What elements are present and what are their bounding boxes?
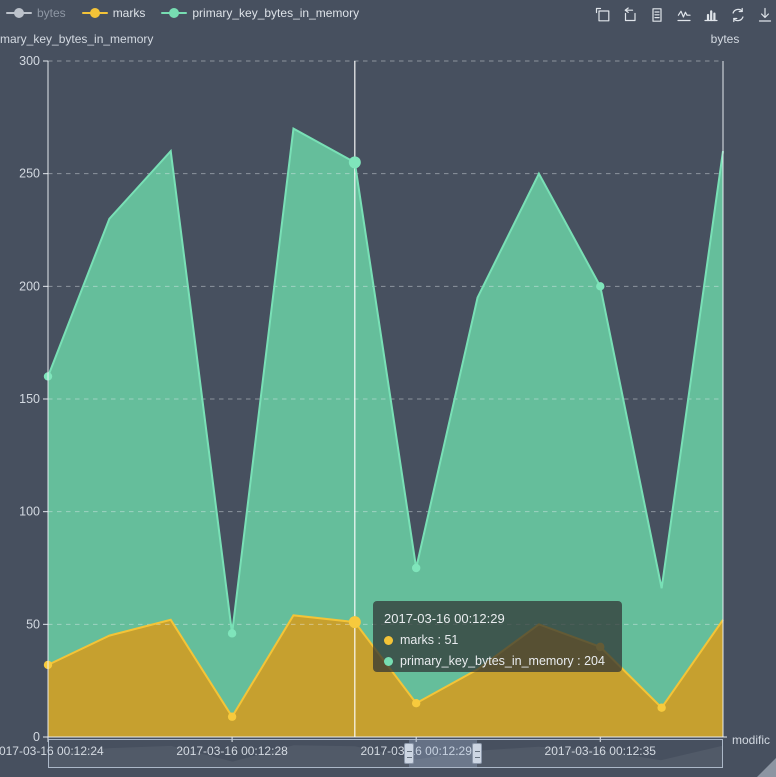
data-view-icon[interactable] xyxy=(648,6,665,23)
y-axis-tick-label: 50 xyxy=(26,617,40,631)
datazoom-window[interactable] xyxy=(409,740,477,767)
legend-line-dot-icon xyxy=(82,7,108,19)
legend-item-primary-key-bytes-in-memory[interactable]: primary_key_bytes_in_memory xyxy=(161,4,359,22)
datazoom-slider[interactable] xyxy=(48,739,723,768)
toolbox xyxy=(594,6,773,23)
marks-data-point xyxy=(349,616,361,628)
legend-item-marks[interactable]: marks xyxy=(82,4,146,22)
y-axis-tick-label: 250 xyxy=(19,167,40,181)
x-axis-name: modific xyxy=(732,733,770,747)
legend-label: bytes xyxy=(37,6,66,20)
resize-grip[interactable] xyxy=(757,758,776,777)
y-axis-left-name: mary_key_bytes_in_memory xyxy=(0,32,153,46)
legend-line-dot-icon xyxy=(161,7,187,19)
legend-line-dot-icon xyxy=(6,7,32,19)
legend-label: marks xyxy=(113,6,146,20)
datazoom-shadow-shape xyxy=(49,745,722,767)
primary-data-point xyxy=(228,629,236,637)
y-axis-tick-label: 200 xyxy=(19,279,40,293)
y-axis-tick-label: 100 xyxy=(19,505,40,519)
legend: bytes marks primary_key_bytes_in_memory xyxy=(6,4,359,22)
primary-data-point xyxy=(349,156,361,168)
legend-item-bytes[interactable]: bytes xyxy=(6,4,66,22)
y-axis-tick-label: 0 xyxy=(33,730,40,744)
datazoom-data-shadow xyxy=(49,740,722,767)
y-axis-tick-label: 300 xyxy=(19,54,40,68)
area-zoom-icon[interactable] xyxy=(594,6,611,23)
restore-icon[interactable] xyxy=(729,6,746,23)
bar-chart-icon[interactable] xyxy=(702,6,719,23)
y-axis-tick-label: 150 xyxy=(19,392,40,406)
zoom-reset-icon[interactable] xyxy=(621,6,638,23)
datazoom-right-handle[interactable] xyxy=(472,743,482,764)
marks-data-point xyxy=(596,643,604,651)
save-image-icon[interactable] xyxy=(756,6,773,23)
legend-label: primary_key_bytes_in_memory xyxy=(192,6,359,20)
datazoom-left-handle[interactable] xyxy=(404,743,414,764)
marks-data-point xyxy=(412,699,420,707)
primary-data-point xyxy=(596,282,604,290)
marks-data-point xyxy=(228,713,236,721)
chart-plot-area[interactable]: 0501001502002503002017-03-16 00:12:24201… xyxy=(0,0,776,777)
y-axis-right-name: bytes xyxy=(703,32,747,46)
primary-data-point xyxy=(412,564,420,572)
line-chart-icon[interactable] xyxy=(675,6,692,23)
marks-data-point xyxy=(657,704,665,712)
